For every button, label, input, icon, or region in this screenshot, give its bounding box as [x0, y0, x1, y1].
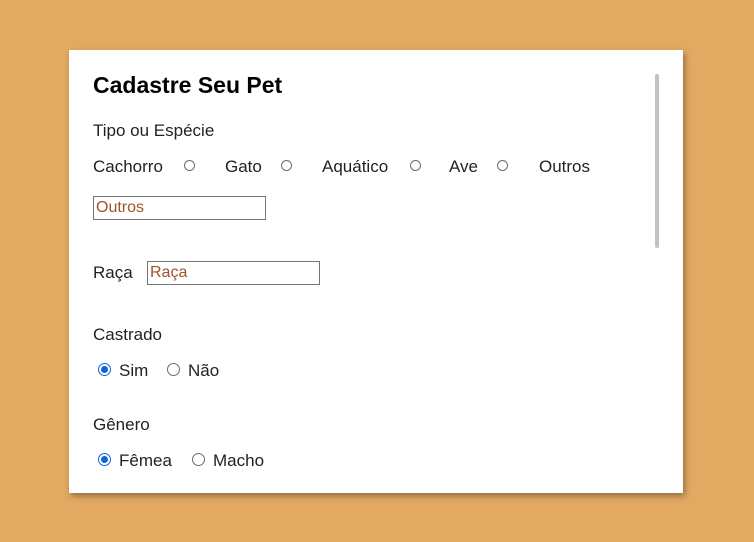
species-option-label-cachorro: Cachorro — [93, 157, 163, 176]
species-radio-gato[interactable] — [281, 160, 292, 171]
species-other-input[interactable]: Outros — [93, 196, 266, 220]
species-radio-aquatico[interactable] — [410, 160, 421, 171]
gender-option-label-macho: Macho — [213, 451, 265, 470]
species-option-label-aquatico: Aquático — [322, 157, 389, 176]
neutered-radio-nao[interactable] — [167, 363, 180, 376]
neutered-option-label-nao: Não — [188, 361, 220, 380]
species-radio-cachorro[interactable] — [184, 160, 195, 171]
form-scrollbar[interactable] — [655, 74, 659, 248]
form-title: Cadastre Seu Pet — [93, 72, 283, 98]
pet-registration-form: Cadastre Seu Pet Tipo ou Espécie Cachorr… — [69, 50, 683, 493]
species-option-label-ave: Ave — [449, 157, 478, 176]
gender-radio-macho[interactable] — [192, 453, 205, 466]
neutered-option-label-sim: Sim — [119, 361, 149, 380]
species-radio-ave[interactable] — [497, 160, 508, 171]
breed-input[interactable]: Raça — [147, 261, 320, 285]
neutered-radio-sim[interactable] — [98, 363, 111, 376]
gender-radio-femea[interactable] — [98, 453, 111, 466]
species-option-label-outros: Outros — [539, 157, 591, 176]
breed-label: Raça — [93, 263, 133, 282]
species-label: Tipo ou Espécie — [93, 121, 215, 140]
gender-label: Gênero — [93, 415, 150, 434]
species-option-label-gato: Gato — [225, 157, 262, 176]
neutered-label: Castrado — [93, 325, 162, 344]
gender-option-label-femea: Fêmea — [119, 451, 172, 470]
